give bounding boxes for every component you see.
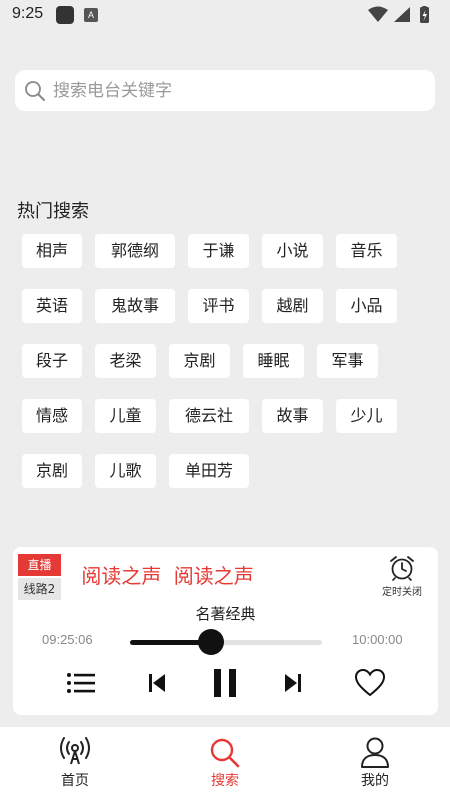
tag-xiaoshuo[interactable]: 小说 (262, 234, 323, 268)
tag-laoliang[interactable]: 老梁 (95, 344, 156, 378)
tab-mine[interactable]: 我的 (300, 727, 450, 800)
next-button[interactable] (275, 665, 311, 701)
program-name: 名著经典 (195, 605, 256, 623)
station-marquee: 声 阅读之声 阅读之声 (71, 561, 371, 591)
tag-ertong[interactable]: 儿童 (95, 399, 156, 433)
heart-icon (355, 669, 385, 697)
tag-yueju[interactable]: 越剧 (262, 289, 323, 323)
tag-qinggan[interactable]: 情感 (22, 399, 82, 433)
sleep-timer-label: 定时关闭 (382, 587, 422, 598)
tag-erge[interactable]: 儿歌 (95, 454, 156, 488)
wifi-icon (368, 6, 388, 22)
tag-jingju-2[interactable]: 京剧 (22, 454, 82, 488)
sleep-timer-button[interactable]: 定时关闭 (376, 555, 428, 605)
search-bar[interactable] (15, 70, 435, 111)
list-icon (67, 673, 95, 693)
status-icons (368, 6, 429, 23)
tag-yuqian[interactable]: 于谦 (188, 234, 249, 268)
player-card: 直播 线路2 声 阅读之声 阅读之声 定时关闭 名著经典 09:25:06 10… (13, 547, 438, 715)
skip-next-icon (285, 674, 301, 692)
tag-guodegang[interactable]: 郭德纲 (95, 234, 175, 268)
status-bar: 9:25 A (0, 0, 450, 30)
user-icon (361, 737, 389, 768)
line-selector[interactable]: 线路2 (18, 578, 61, 600)
tab-home[interactable]: 首页 (0, 727, 150, 800)
battery-icon (420, 6, 429, 23)
search-input[interactable] (53, 70, 423, 111)
progress-thumb[interactable] (197, 629, 224, 655)
tag-yinyue[interactable]: 音乐 (336, 234, 397, 268)
current-time: 09:25:06 (42, 632, 93, 647)
tag-guigushi[interactable]: 鬼故事 (95, 289, 175, 323)
station-name: 声 阅读之声 阅读之声 (71, 564, 254, 588)
pause-button[interactable] (207, 665, 243, 701)
tag-shantianfang[interactable]: 单田芳 (169, 454, 249, 488)
live-badge: 直播 (18, 554, 61, 576)
signal-icon (394, 7, 410, 22)
tag-xiangsheng[interactable]: 相声 (22, 234, 82, 268)
favorite-button[interactable] (352, 665, 388, 701)
search-icon (210, 738, 240, 768)
playlist-button[interactable] (63, 665, 99, 701)
radio-broadcast-icon (60, 737, 90, 765)
bottom-tab-bar: 首页 搜索 我的 (0, 727, 450, 800)
end-time: 10:00:00 (352, 632, 403, 647)
tab-home-label: 首页 (61, 773, 89, 789)
pause-icon (214, 669, 236, 697)
previous-button[interactable] (139, 665, 175, 701)
tab-search[interactable]: 搜索 (150, 727, 300, 800)
tag-xiaopin[interactable]: 小品 (336, 289, 397, 323)
tag-duanzi[interactable]: 段子 (22, 344, 82, 378)
tag-deyunshe[interactable]: 德云社 (169, 399, 249, 433)
a-notification-icon: A (84, 8, 98, 22)
tab-search-label: 搜索 (211, 773, 239, 789)
tag-junshi[interactable]: 军事 (317, 344, 378, 378)
tag-shuimian[interactable]: 睡眠 (243, 344, 304, 378)
alarm-clock-icon (390, 556, 414, 581)
search-icon (25, 81, 45, 101)
status-time: 9:25 (12, 5, 44, 22)
tab-mine-label: 我的 (361, 773, 389, 789)
tag-pingshu[interactable]: 评书 (188, 289, 249, 323)
tag-gushi[interactable]: 故事 (262, 399, 323, 433)
tag-shaoer[interactable]: 少儿 (336, 399, 397, 433)
app-notification-icon (56, 6, 74, 24)
tag-jingju[interactable]: 京剧 (169, 344, 230, 378)
hot-search-title: 热门搜索 (17, 201, 89, 222)
skip-previous-icon (149, 674, 165, 692)
progress-slider[interactable] (130, 640, 322, 645)
tag-yingyu[interactable]: 英语 (22, 289, 82, 323)
